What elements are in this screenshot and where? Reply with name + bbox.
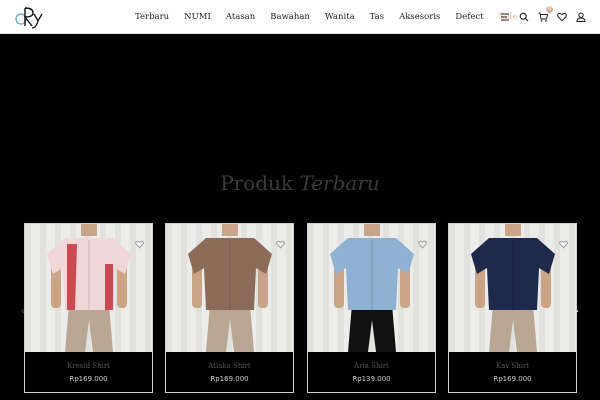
- cart-icon[interactable]: 0: [538, 6, 553, 22]
- product-card[interactable]: Atlaka Shirt Rp169.000: [165, 223, 294, 393]
- product-image[interactable]: [25, 224, 152, 352]
- product-carousel: Kresid Shirt Rp169.000 Atlaka Shirt Rp16…: [24, 223, 578, 393]
- product-name[interactable]: Atlaka Shirt: [166, 362, 293, 370]
- wishlist-heart-icon[interactable]: [559, 234, 568, 249]
- product-name[interactable]: Kresid Shirt: [25, 362, 152, 370]
- nav-item-atasan[interactable]: Atasan: [226, 12, 255, 22]
- product-image[interactable]: [308, 224, 435, 352]
- nav-item-terbaru[interactable]: Terbaru: [135, 12, 169, 22]
- section-title: Produk Terbaru: [0, 171, 600, 195]
- product-image[interactable]: [166, 224, 293, 352]
- section-title-plain: Produk: [220, 171, 294, 195]
- product-price: Rp169.000: [210, 375, 249, 383]
- wishlist-heart-icon[interactable]: [135, 234, 144, 249]
- nav-item-numi[interactable]: NUMI: [184, 12, 211, 22]
- heart-icon[interactable]: [557, 12, 567, 22]
- product-name[interactable]: Kav Shirt: [449, 362, 576, 370]
- wishlist-heart-icon[interactable]: [418, 234, 427, 249]
- product-price: Rp139.000: [352, 375, 391, 383]
- nav-item-bawahan[interactable]: Bawahan: [270, 12, 310, 22]
- user-icon[interactable]: [576, 12, 586, 22]
- header-icons: 0: [500, 0, 586, 34]
- product-price: Rp169.000: [69, 375, 108, 383]
- section-title-italic: Terbaru: [299, 171, 380, 195]
- nav-item-defect[interactable]: Defect: [455, 12, 483, 22]
- nav-item-aksesoris[interactable]: Aksesoris: [399, 12, 440, 22]
- product-image[interactable]: [449, 224, 576, 352]
- product-card[interactable]: Kav Shirt Rp169.000: [448, 223, 577, 393]
- nav-item-wanita[interactable]: Wanita: [325, 12, 355, 22]
- wishlist-heart-icon[interactable]: [276, 234, 285, 249]
- nav-item-tas[interactable]: Tas: [370, 12, 384, 22]
- site-header: Terbaru NUMI Atasan Bawahan Wanita Tas A…: [0, 0, 600, 34]
- menu-icon[interactable]: [500, 12, 510, 22]
- product-card[interactable]: Kresid Shirt Rp169.000: [24, 223, 153, 393]
- product-price: Rp169.000: [493, 375, 532, 383]
- product-name[interactable]: Aria Shirt: [308, 362, 435, 370]
- main-nav: Terbaru NUMI Atasan Bawahan Wanita Tas A…: [135, 0, 532, 34]
- product-card[interactable]: Aria Shirt Rp139.000: [307, 223, 436, 393]
- ry-logo-icon[interactable]: [14, 4, 46, 30]
- cart-count-badge: 0: [546, 6, 553, 13]
- search-icon[interactable]: [519, 12, 529, 22]
